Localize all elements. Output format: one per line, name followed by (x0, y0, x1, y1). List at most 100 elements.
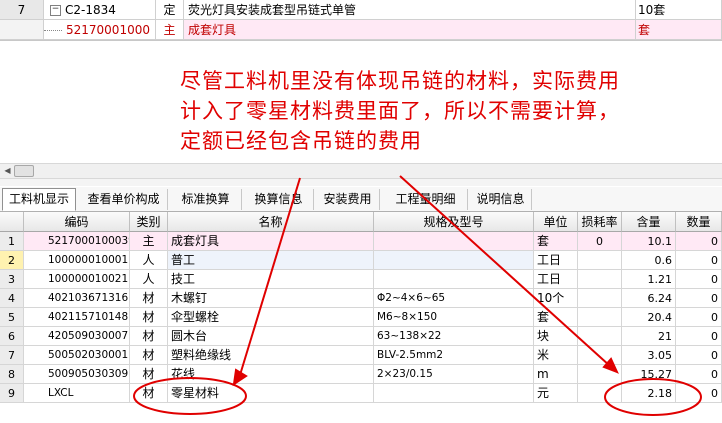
resource-name: 木螺钉 (168, 289, 374, 308)
resource-spec: 2×23/0.15 (374, 365, 534, 384)
row-number (0, 20, 44, 40)
header-corner (0, 212, 24, 232)
content-value: 20.4 (622, 308, 676, 327)
horizontal-scrollbar[interactable]: ◀ (0, 163, 722, 179)
scroll-left-icon[interactable]: ◀ (1, 165, 14, 177)
table-row[interactable]: 152170001000393主成套灯具套010.10 (0, 232, 722, 251)
resource-unit: m (534, 365, 578, 384)
table-row[interactable]: 3 100000010021 人技工 工日 1.21 0 (0, 270, 722, 289)
table-row[interactable]: 2 100000010001 人普工 工日 0.6 0 (0, 251, 722, 270)
quantity-value: 0 (676, 232, 722, 251)
resource-unit: 套 (534, 232, 578, 251)
row-number[interactable]: 1 (0, 232, 24, 251)
quantity-value: 0 (676, 308, 722, 327)
resource-code: 500905030309 (24, 365, 130, 384)
tab-description[interactable]: 说明信息 (470, 189, 532, 210)
row-number[interactable]: 2 (0, 251, 24, 270)
header-loss-rate[interactable]: 损耗率 (578, 212, 622, 232)
row-number[interactable]: 5 (0, 308, 24, 327)
collapse-icon[interactable]: − (50, 5, 61, 16)
quantity-value: 0 (676, 384, 722, 403)
detail-tabs: 工料机显示 查看单价构成 标准换算 换算信息 安装费用 工程量明细 说明信息 (0, 187, 722, 212)
row-number[interactable]: 3 (0, 270, 24, 289)
quantity-value: 0 (676, 270, 722, 289)
header-content[interactable]: 含量 (622, 212, 676, 232)
resource-name: 普工 (168, 251, 374, 270)
scroll-thumb[interactable] (14, 165, 34, 177)
resource-unit: 工日 (534, 270, 578, 289)
resource-spec: M6~8×150 (374, 308, 534, 327)
resource-spec (374, 384, 534, 403)
material-unit: 套 (636, 20, 722, 40)
loss-rate (578, 327, 622, 346)
resource-name: 技工 (168, 270, 374, 289)
resource-spec: 63~138×22 (374, 327, 534, 346)
resource-unit: 块 (534, 327, 578, 346)
resource-code: 100000010001 (24, 251, 130, 270)
table-row[interactable]: 8 500905030309 材花线 2×23/0.15 m 15.27 0 (0, 365, 722, 384)
resource-type: 材 (130, 365, 168, 384)
resource-code: 52170001000393 (24, 232, 130, 251)
resource-code: 402115710148 (24, 308, 130, 327)
loss-rate (578, 251, 622, 270)
resource-name: 花线 (168, 365, 374, 384)
resource-unit: 工日 (534, 251, 578, 270)
resource-type: 材 (130, 346, 168, 365)
resource-code: 100000010021 (24, 270, 130, 289)
header-name[interactable]: 名称 (168, 212, 374, 232)
resource-unit: 元 (534, 384, 578, 403)
resource-name: 伞型螺栓 (168, 308, 374, 327)
table-row[interactable]: 5 402115710148 材伞型螺栓 M6~8×150 套 20.4 0 (0, 308, 722, 327)
resource-type: 材 (130, 327, 168, 346)
resource-type: 人 (130, 270, 168, 289)
table-row[interactable]: 4 402103671316 材木螺钉 Φ2~4×6~65 10个 6.24 0 (0, 289, 722, 308)
loss-rate: 0 (578, 232, 622, 251)
row-number[interactable]: 7 (0, 346, 24, 365)
loss-rate (578, 365, 622, 384)
tab-quantity-detail[interactable]: 工程量明细 (384, 189, 468, 210)
quantity-value: 0 (676, 346, 722, 365)
row-number[interactable]: 9 (0, 384, 24, 403)
panel-splitter[interactable] (0, 179, 722, 186)
header-type[interactable]: 类别 (130, 212, 168, 232)
quota-code-cell: − C2-1834 (44, 0, 156, 20)
tab-conversion-info[interactable]: 换算信息 (244, 189, 314, 210)
resource-name: 成套灯具 (168, 232, 374, 251)
quantity-value: 0 (676, 327, 722, 346)
quantity-value: 0 (676, 251, 722, 270)
row-number[interactable]: 6 (0, 327, 24, 346)
content-value: 15.27 (622, 365, 676, 384)
table-row[interactable]: 7 500502030001 材塑料绝缘线 BLV-2.5mm2 米 3.05 0 (0, 346, 722, 365)
resource-type: 材 (130, 289, 168, 308)
table-row[interactable]: 6 420509030007 材圆木台 63~138×22 块 21 0 (0, 327, 722, 346)
resource-type: 材 (130, 384, 168, 403)
resource-code: LXCL (24, 384, 130, 403)
header-spec[interactable]: 规格及型号 (374, 212, 534, 232)
table-row[interactable]: 9 LXCL 材零星材料 元 2.18 0 (0, 384, 722, 403)
material-code-cell: 52170001000 (44, 20, 156, 40)
resource-code: 402103671316 (24, 289, 130, 308)
content-value: 21 (622, 327, 676, 346)
row-number[interactable]: 8 (0, 365, 24, 384)
loss-rate (578, 289, 622, 308)
row-number[interactable]: 4 (0, 289, 24, 308)
header-unit[interactable]: 单位 (534, 212, 578, 232)
material-name: 成套灯具 (184, 20, 636, 40)
tab-unit-price-composition[interactable]: 查看单价构成 (80, 189, 168, 210)
quantity-value: 0 (676, 365, 722, 384)
loss-rate (578, 384, 622, 403)
tab-standard-conversion[interactable]: 标准换算 (170, 189, 242, 210)
tab-labor-material-machine[interactable]: 工料机显示 (2, 188, 76, 211)
main-material-row[interactable]: 52170001000 主 成套灯具 套 (0, 20, 722, 40)
quota-row[interactable]: 7 − C2-1834 定 荧光灯具安装成套型吊链式单管 10套 (0, 0, 722, 20)
resource-unit: 10个 (534, 289, 578, 308)
loss-rate (578, 346, 622, 365)
tab-install-cost[interactable]: 安装费用 (316, 189, 380, 210)
resource-unit: 套 (534, 308, 578, 327)
resource-code: 420509030007 (24, 327, 130, 346)
header-code[interactable]: 编码 (24, 212, 130, 232)
header-quantity[interactable]: 数量 (676, 212, 722, 232)
loss-rate (578, 308, 622, 327)
content-value: 10.1 (622, 232, 676, 251)
resource-spec: Φ2~4×6~65 (374, 289, 534, 308)
